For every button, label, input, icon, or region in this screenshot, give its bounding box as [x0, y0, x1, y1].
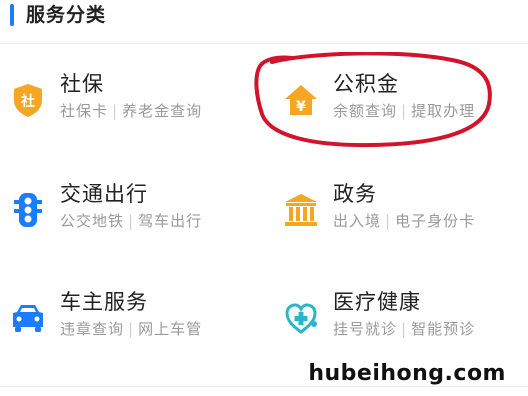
service-subtitle: 公交地铁 | 驾车出行 — [60, 212, 203, 230]
watermark-text: hubeihong.com — [308, 361, 506, 386]
service-title: 政务 — [333, 182, 377, 206]
svg-text:社: 社 — [20, 93, 35, 110]
shield-social-icon: 社 — [14, 84, 42, 117]
annotation-circle — [254, 52, 492, 148]
section-title: 服务分类 — [26, 4, 107, 26]
section-header: 服务分类 — [0, 0, 528, 40]
service-subtitle: 社保卡 | 养老金查询 — [60, 102, 203, 120]
service-subtitle: 挂号就诊 | 智能预诊 — [333, 320, 476, 338]
service-title: 医疗健康 — [333, 290, 421, 314]
service-subtitle: 出入境 | 电子身份卡 — [333, 212, 476, 230]
divider — [0, 43, 528, 44]
service-subtitle: 违章查询 | 网上车管 — [60, 320, 203, 338]
service-title: 交通出行 — [60, 182, 148, 206]
header-accent-bar — [10, 4, 14, 26]
service-title: 社保 — [60, 72, 104, 96]
bottom-divider — [0, 386, 528, 387]
car-icon — [13, 305, 43, 332]
government-building-icon — [285, 194, 317, 226]
stethoscope-heart-icon — [285, 303, 317, 334]
service-title: 车主服务 — [60, 290, 148, 314]
traffic-light-icon — [14, 193, 42, 227]
